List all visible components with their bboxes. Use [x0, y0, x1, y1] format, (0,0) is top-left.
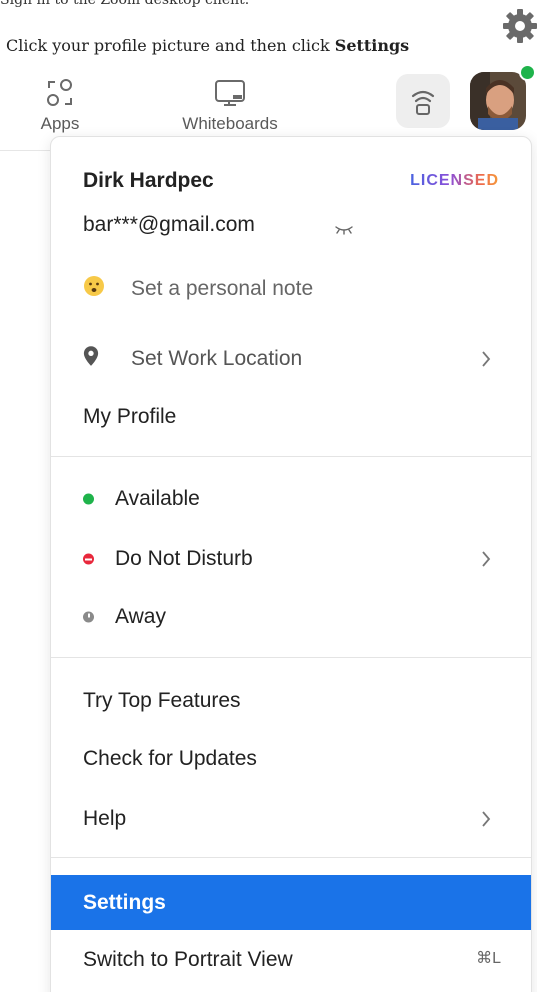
try-top-features-label: Try Top Features — [83, 689, 241, 712]
set-work-location[interactable]: Set Work Location — [51, 333, 531, 385]
settings-label: Settings — [83, 890, 166, 914]
help-label: Help — [83, 807, 127, 830]
cropped-instruction-text: Sign in to the Zoom desktop client. — [0, 0, 250, 8]
settings-menu-item[interactable]: Settings — [51, 875, 531, 930]
menu-divider — [51, 657, 531, 658]
menu-divider — [51, 857, 531, 858]
whiteboard-icon — [215, 80, 245, 106]
license-badge: LICENSED — [410, 172, 499, 189]
my-profile[interactable]: My Profile — [51, 391, 531, 443]
profile-menu: Dirk Hardpec LICENSED bar***@gmail.com S… — [50, 136, 532, 992]
toolbar-divider — [0, 150, 50, 151]
instruction-prefix: Click your profile picture and then clic… — [6, 36, 335, 55]
check-for-updates[interactable]: Check for Updates — [51, 733, 531, 785]
menu-divider — [51, 456, 531, 457]
status-do-not-disturb[interactable]: Do Not Disturb — [51, 533, 531, 585]
hide-email-icon[interactable] — [334, 223, 354, 235]
toolbar-whiteboards[interactable]: Whiteboards — [155, 76, 305, 134]
user-name: Dirk Hardpec — [83, 169, 214, 192]
wifi-icon — [411, 90, 435, 115]
switch-portrait-label: Switch to Portrait View — [83, 948, 293, 971]
chevron-right-icon — [482, 351, 491, 367]
chevron-right-icon — [482, 811, 491, 827]
toolbar-apps[interactable]: Apps — [30, 76, 90, 134]
presence-dot — [519, 64, 536, 81]
connection-button[interactable] — [396, 74, 450, 128]
whiteboards-label: Whiteboards — [182, 114, 278, 133]
avatar[interactable] — [470, 72, 526, 130]
personal-note-label: Set a personal note — [131, 277, 314, 300]
try-top-features[interactable]: Try Top Features — [51, 675, 531, 727]
my-profile-label: My Profile — [83, 405, 177, 428]
keyboard-shortcut: ⌘L — [476, 950, 501, 967]
work-location-label: Set Work Location — [131, 347, 303, 370]
location-pin-icon — [83, 345, 99, 373]
do-not-disturb-label: Do Not Disturb — [115, 547, 253, 570]
status-away[interactable]: Away — [51, 591, 531, 643]
apps-icon — [47, 79, 72, 106]
instruction-text: Click your profile picture and then clic… — [6, 36, 409, 55]
smiley-icon — [83, 275, 105, 303]
set-personal-note[interactable]: Set a personal note — [51, 263, 531, 315]
instruction-emphasis: Settings — [334, 36, 410, 55]
away-label: Away — [115, 605, 166, 628]
profile-photo — [470, 72, 526, 130]
available-label: Available — [115, 487, 200, 510]
apps-label: Apps — [40, 114, 80, 133]
switch-portrait-view[interactable]: Switch to Portrait View ⌘L — [51, 934, 531, 986]
help-menu-item[interactable]: Help — [51, 793, 531, 845]
user-email: bar***@gmail.com — [83, 213, 255, 236]
gear-icon — [503, 9, 537, 43]
check-for-updates-label: Check for Updates — [83, 747, 257, 770]
chevron-right-icon — [482, 551, 491, 567]
available-status-icon — [83, 493, 94, 505]
status-available[interactable]: Available — [51, 473, 531, 525]
away-clock-icon — [83, 611, 94, 623]
do-not-disturb-icon — [83, 553, 94, 565]
